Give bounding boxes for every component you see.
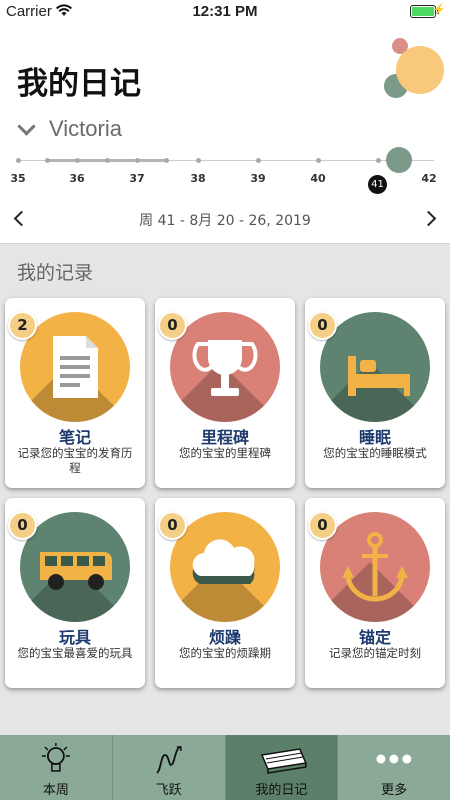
timeline-week-37[interactable]: [135, 158, 140, 163]
tab-bar: 本周 飞跃 我的日记 更多: [0, 735, 450, 800]
card-title: 锚定: [358, 628, 391, 647]
app-logo-icon: [380, 34, 450, 104]
timeline-dot: [105, 158, 110, 163]
card-title: 里程碑: [200, 428, 249, 447]
tab-label: 更多: [381, 783, 408, 798]
tab-my-diary[interactable]: 我的日记: [225, 735, 339, 800]
card-title: 玩具: [58, 628, 91, 647]
card-notes[interactable]: 2 笔记 记录您的宝宝的发育历程: [5, 298, 145, 488]
card-description: 记录您的锚定时刻: [329, 646, 421, 660]
week-label: 38: [190, 172, 206, 185]
week-label: 42: [421, 172, 437, 185]
card-title: 烦躁: [208, 628, 241, 647]
timeline-dot: [376, 158, 381, 163]
tab-leaps[interactable]: 飞跃: [113, 735, 226, 800]
tab-label: 本周: [42, 783, 69, 798]
child-name: Victoria: [49, 116, 122, 141]
timeline-week-36[interactable]: [45, 158, 50, 163]
week-label: 36: [69, 172, 85, 185]
card-description: 记录您的宝宝的发育历程: [17, 446, 133, 475]
card-title: 睡眠: [358, 428, 391, 447]
card-sleep[interactable]: 0 睡眠 您的宝宝的睡眠模式: [305, 298, 445, 488]
week-label: 37: [129, 172, 145, 185]
card-milestones[interactable]: 0 里程碑 您的宝宝的里程碑: [155, 298, 295, 488]
entry-count-badge: 0: [158, 511, 187, 540]
section-title: 我的记录: [17, 262, 94, 284]
week-navigator: 周 41 - 8月 20 - 26, 2019: [0, 206, 450, 234]
card-toys[interactable]: 0 玩具 您的宝宝最喜爱的玩具: [5, 498, 145, 688]
week-range-label: 周 41 - 8月 20 - 26, 2019: [139, 213, 311, 229]
entry-count-badge: 0: [308, 311, 337, 340]
diary-header: 我的日记 Victoria 35 36 37 38 39 40 41 42 周 …: [0, 24, 450, 244]
card-description: 您的宝宝的里程碑: [179, 446, 271, 460]
timeline-week-38[interactable]: [196, 158, 201, 163]
page-title: 我的日记: [17, 66, 141, 102]
week-timeline[interactable]: 35 36 37 38 39 40 41 42: [0, 147, 450, 198]
week-label: 35: [10, 172, 26, 185]
week-label: 39: [250, 172, 266, 185]
card-description: 您的宝宝最喜爱的玩具: [17, 646, 133, 660]
card-anchor[interactable]: 0 锚定 记录您的锚定时刻: [305, 498, 445, 688]
tab-more[interactable]: 更多: [338, 735, 450, 800]
entry-count-badge: 0: [308, 511, 337, 540]
diary-book-icon: [260, 748, 307, 774]
entry-count-badge: 0: [8, 511, 37, 540]
card-description: 您的宝宝的睡眠模式: [323, 446, 427, 460]
tab-label: 飞跃: [155, 783, 182, 798]
timeline-dot: [164, 158, 169, 163]
timeline-week-39[interactable]: [256, 158, 261, 163]
child-selector[interactable]: Victoria: [16, 116, 122, 142]
lightbulb-icon: [41, 743, 70, 772]
entry-count-badge: 2: [8, 311, 37, 340]
more-dots-icon: [376, 754, 412, 764]
week-label: 40: [310, 172, 326, 185]
status-bar: Carrier 12:31 PM ⚡: [0, 0, 450, 24]
status-time: 12:31 PM: [192, 3, 258, 20]
leap-icon: [156, 746, 182, 774]
timeline-week-40[interactable]: [316, 158, 321, 163]
entry-count-badge: 0: [158, 311, 187, 340]
timeline-week-35[interactable]: [16, 158, 21, 163]
card-title: 笔记: [58, 428, 91, 447]
current-week-marker[interactable]: [386, 147, 412, 173]
charging-icon: ⚡: [432, 4, 446, 16]
timeline-dot: [75, 158, 80, 163]
tab-this-week[interactable]: 本周: [0, 735, 113, 800]
card-fussy[interactable]: 0 烦躁 您的宝宝的烦躁期: [155, 498, 295, 688]
current-week-label: 41: [368, 175, 387, 194]
tab-label: 我的日记: [255, 783, 308, 798]
card-description: 您的宝宝的烦躁期: [179, 646, 271, 660]
chevron-down-icon: [17, 116, 36, 136]
